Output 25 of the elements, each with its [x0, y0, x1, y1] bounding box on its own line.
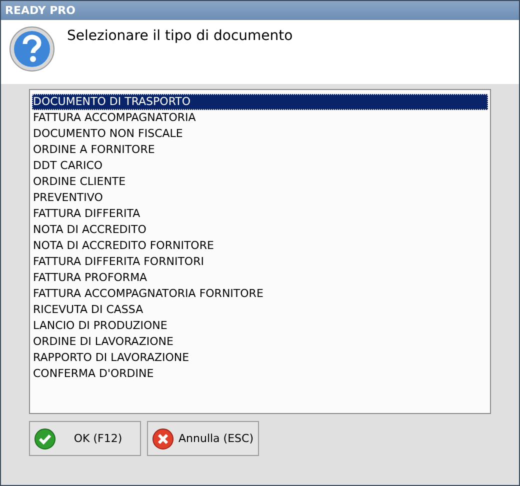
prompt-text: Selezionare il tipo di documento: [67, 28, 293, 44]
window-title: READY PRO: [5, 4, 76, 17]
cancel-button[interactable]: Annulla (ESC): [147, 421, 259, 456]
question-icon: [9, 26, 55, 72]
list-item[interactable]: NOTA DI ACCREDITO FORNITORE: [32, 238, 488, 254]
list-item[interactable]: ORDINE CLIENTE: [32, 174, 488, 190]
list-item[interactable]: RAPPORTO DI LAVORAZIONE: [32, 350, 488, 366]
list-item[interactable]: ORDINE A FORNITORE: [32, 142, 488, 158]
list-item[interactable]: FATTURA DIFFERITA: [32, 206, 488, 222]
list-item[interactable]: PREVENTIVO: [32, 190, 488, 206]
list-item[interactable]: NOTA DI ACCREDITO: [32, 222, 488, 238]
list-item[interactable]: FATTURA PROFORMA: [32, 270, 488, 286]
list-item[interactable]: DOCUMENTO NON FISCALE: [32, 126, 488, 142]
ok-button[interactable]: OK (F12): [29, 421, 141, 456]
list-item[interactable]: LANCIO DI PRODUZIONE: [32, 318, 488, 334]
list-item[interactable]: DDT CARICO: [32, 158, 488, 174]
list-item[interactable]: RICEVUTA DI CASSA: [32, 302, 488, 318]
checkmark-icon: [34, 428, 56, 450]
list-item[interactable]: FATTURA ACCOMPAGNATORIA FORNITORE: [32, 286, 488, 302]
list-item[interactable]: FATTURA ACCOMPAGNATORIA: [32, 110, 488, 126]
list-item[interactable]: CONFERMA D'ORDINE: [32, 366, 488, 382]
close-icon: [152, 428, 174, 450]
list-item[interactable]: FATTURA DIFFERITA FORNITORI: [32, 254, 488, 270]
list-item[interactable]: DOCUMENTO DI TRASPORTO: [32, 94, 488, 110]
list-item[interactable]: ORDINE DI LAVORAZIONE: [32, 334, 488, 350]
